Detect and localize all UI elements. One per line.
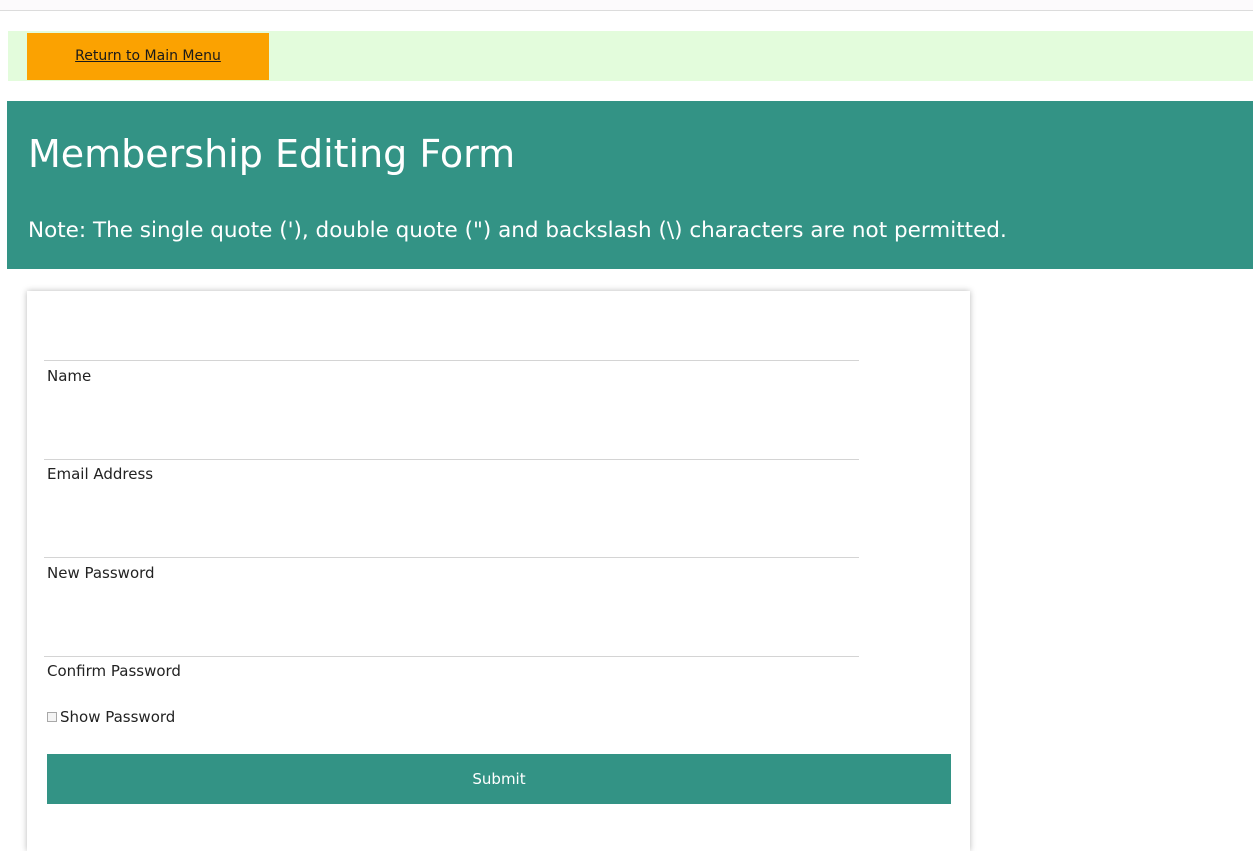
new-password-label: New Password: [47, 564, 155, 582]
submit-button[interactable]: Submit: [47, 754, 951, 804]
email-label: Email Address: [47, 465, 154, 483]
page-header: Membership Editing Form Note: The single…: [7, 101, 1253, 269]
return-to-main-menu-button[interactable]: Return to Main Menu: [27, 33, 269, 80]
character-restriction-note: Note: The single quote ('), double quote…: [28, 218, 1007, 243]
membership-form: Name Email Address New Password Confirm …: [27, 291, 970, 851]
page-title: Membership Editing Form: [28, 132, 516, 176]
name-input[interactable]: [44, 326, 859, 361]
confirm-password-label: Confirm Password: [47, 662, 181, 680]
confirm-password-input[interactable]: [44, 622, 859, 657]
email-input[interactable]: [44, 425, 859, 460]
show-password-label[interactable]: Show Password: [60, 707, 175, 727]
top-divider: [0, 0, 1253, 11]
show-password-checkbox[interactable]: [47, 712, 57, 722]
show-password-row: Show Password: [47, 707, 175, 727]
name-label: Name: [47, 367, 92, 385]
new-password-input[interactable]: [44, 523, 859, 558]
